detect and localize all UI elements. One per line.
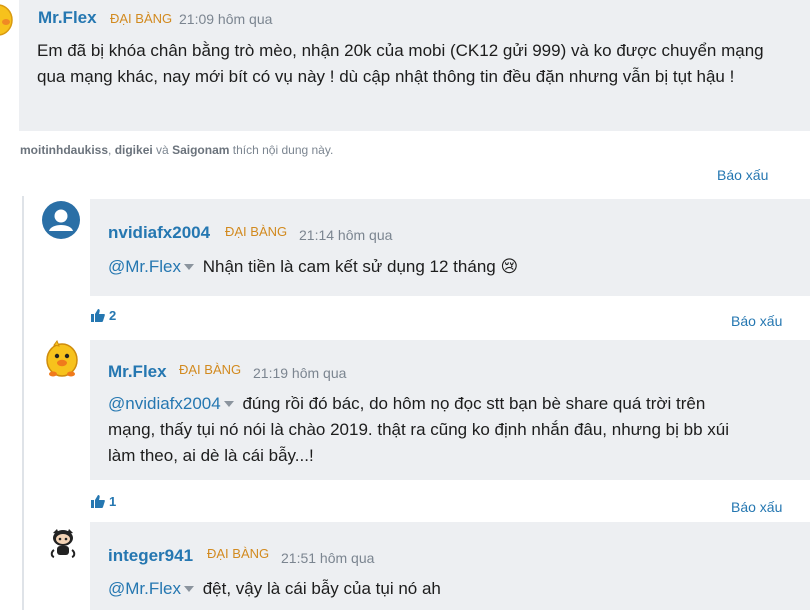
rank-badge: ĐẠI BÀNG <box>110 11 173 26</box>
likes-count: 1 <box>109 494 117 509</box>
comment-text-line: @Mr.Flex đệt, vậy là cái bẫy của tụi nó … <box>108 576 441 602</box>
liker-name[interactable]: Saigonam <box>172 143 229 157</box>
author-name[interactable]: Mr.Flex <box>108 362 167 382</box>
user-avatar-icon <box>42 201 80 239</box>
report-link[interactable]: Báo xấu <box>731 499 782 515</box>
comment-bubble-2 <box>90 199 810 296</box>
chick-avatar-icon <box>46 339 78 377</box>
mention-link[interactable]: @Mr.Flex <box>108 257 181 276</box>
liker-name[interactable]: digikei <box>115 143 153 157</box>
liker-name[interactable]: moitinhdaukiss <box>20 143 108 157</box>
author-name[interactable]: integer941 <box>108 546 193 566</box>
mention-link[interactable]: @nvidiafx2004 <box>108 394 221 413</box>
caret-down-icon[interactable] <box>183 263 194 270</box>
chick-avatar-icon <box>0 4 13 36</box>
comment-text: đệt, vậy là cái bẫy của tụi nó ah <box>202 579 441 598</box>
avatar-integer941[interactable] <box>48 527 78 559</box>
avatar-mrflex[interactable] <box>44 339 82 380</box>
timestamp[interactable]: 21:09 hôm qua <box>179 11 272 27</box>
like-count-3[interactable]: 1 <box>91 494 116 509</box>
sad-emoji-icon: 😢 <box>500 257 519 276</box>
comment-text: Em đã bị khóa chân bằng trò mèo, nhận 20… <box>37 41 764 86</box>
comment-text-block: @nvidiafx2004 đúng rồi đó bác, do hôm nọ… <box>108 391 748 469</box>
like-count-2[interactable]: 2 <box>91 308 116 323</box>
rank-badge: ĐẠI BÀNG <box>225 224 288 239</box>
comment-header-1: Mr.Flex <box>38 8 97 28</box>
likers-suffix: thích nội dung này. <box>232 143 334 157</box>
report-link[interactable]: Báo xấu <box>717 167 768 183</box>
avatar-mrflex-top[interactable] <box>0 2 14 36</box>
avatar-nvidiafx2004[interactable] <box>42 201 80 239</box>
author-name[interactable]: nvidiafx2004 <box>108 223 210 243</box>
octocat-avatar-icon <box>50 529 76 558</box>
author-name[interactable]: Mr.Flex <box>38 8 97 27</box>
caret-down-icon[interactable] <box>183 585 194 592</box>
timestamp[interactable]: 21:19 hôm qua <box>253 365 346 381</box>
comment-text: Nhận tiền là cam kết sử dụng 12 tháng <box>202 257 496 276</box>
mention-link[interactable]: @Mr.Flex <box>108 579 181 598</box>
likers-separator: , <box>108 143 115 157</box>
timestamp[interactable]: 21:51 hôm qua <box>281 550 374 566</box>
likes-count: 2 <box>109 308 117 323</box>
likers-line: moitinhdaukiss, digikei và Saigonam thíc… <box>20 143 333 157</box>
report-link[interactable]: Báo xấu <box>731 313 782 329</box>
likers-and: và <box>156 143 169 157</box>
rank-badge: ĐẠI BÀNG <box>207 546 270 561</box>
thread-line <box>22 196 24 610</box>
thumbs-up-icon <box>91 495 105 508</box>
caret-down-icon[interactable] <box>223 400 234 407</box>
thumbs-up-icon <box>91 309 105 322</box>
rank-badge: ĐẠI BÀNG <box>179 362 242 377</box>
timestamp[interactable]: 21:14 hôm qua <box>299 227 392 243</box>
comment-text-line: @Mr.Flex Nhận tiền là cam kết sử dụng 12… <box>108 254 518 280</box>
